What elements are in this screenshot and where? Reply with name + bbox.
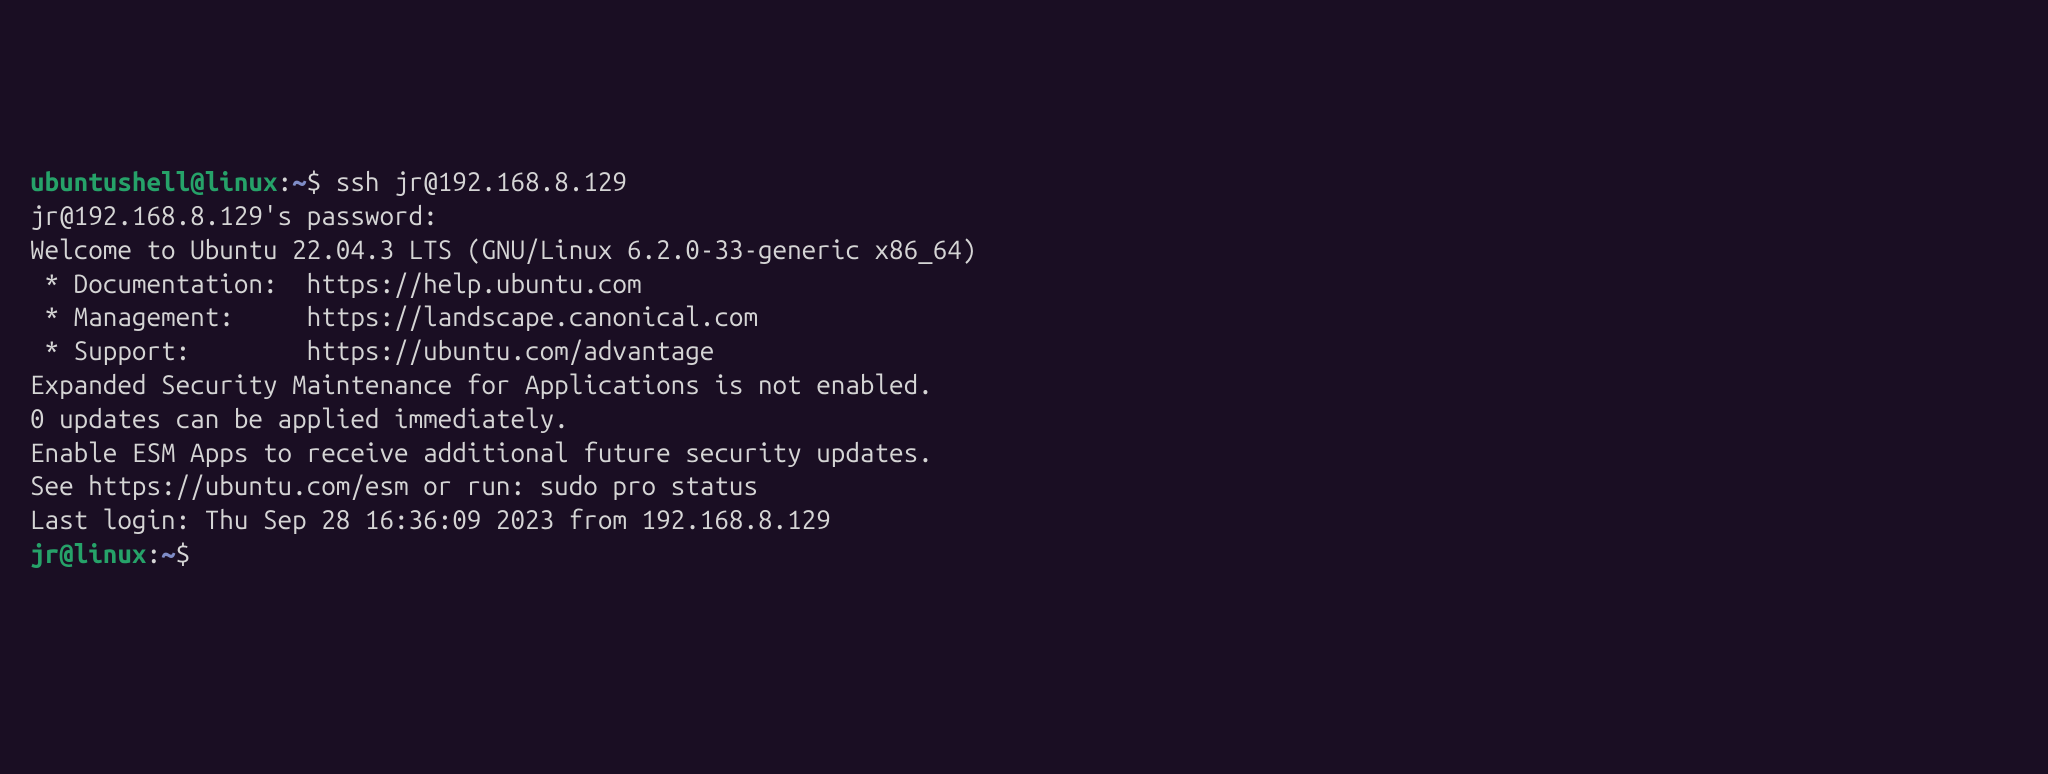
esm-enable-line: Enable ESM Apps to receive additional fu… (30, 436, 2018, 470)
prompt-path: ~ (292, 167, 307, 196)
prompt-at: @ (190, 167, 205, 196)
terminal-output[interactable]: ubuntushell@linux:~$ ssh jr@192.168.8.12… (30, 165, 2018, 571)
management-line: * Management: https://landscape.canonica… (30, 300, 2018, 334)
prompt-colon: : (147, 539, 162, 568)
ssh-command: ssh jr@192.168.8.129 (321, 167, 627, 196)
esm-status-line: Expanded Security Maintenance for Applic… (30, 368, 2018, 402)
terminal-line-prompt-2: jr@linux:~$ (30, 537, 2018, 571)
updates-line: 0 updates can be applied immediately. (30, 402, 2018, 436)
documentation-line: * Documentation: https://help.ubuntu.com (30, 267, 2018, 301)
prompt-colon: : (278, 167, 293, 196)
support-line: * Support: https://ubuntu.com/advantage (30, 334, 2018, 368)
prompt-user: jr (30, 539, 59, 568)
prompt-host: linux (205, 167, 278, 196)
last-login-line: Last login: Thu Sep 28 16:36:09 2023 fro… (30, 503, 2018, 537)
prompt-host: linux (74, 539, 147, 568)
password-prompt-line: jr@192.168.8.129's password: (30, 199, 2018, 233)
terminal-line-prompt-1: ubuntushell@linux:~$ ssh jr@192.168.8.12… (30, 165, 2018, 199)
prompt-user: ubuntushell (30, 167, 190, 196)
esm-see-line: See https://ubuntu.com/esm or run: sudo … (30, 469, 2018, 503)
prompt-path: ~ (161, 539, 176, 568)
prompt-dollar: $ (176, 539, 191, 568)
welcome-line: Welcome to Ubuntu 22.04.3 LTS (GNU/Linux… (30, 233, 2018, 267)
prompt-dollar: $ (307, 167, 322, 196)
prompt-at: @ (59, 539, 74, 568)
